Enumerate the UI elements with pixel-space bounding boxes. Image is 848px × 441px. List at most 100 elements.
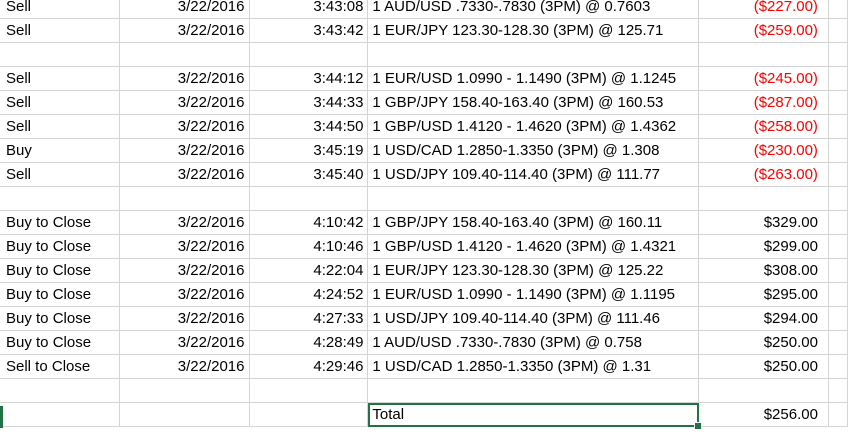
description-cell[interactable]: 1 GBP/USD 1.4120 - 1.4620 (3PM) @ 1.4362 xyxy=(367,114,699,139)
action-cell[interactable]: Buy to Close xyxy=(0,210,120,235)
time-cell[interactable]: 4:10:42 xyxy=(249,210,369,235)
time-cell[interactable]: 4:29:46 xyxy=(249,354,369,379)
action-cell[interactable]: Sell xyxy=(0,0,120,19)
time-cell[interactable]: 3:44:12 xyxy=(249,66,369,91)
date-cell[interactable]: 3/22/2016 xyxy=(119,210,250,235)
description-cell[interactable] xyxy=(367,186,699,211)
date-cell[interactable]: 3/22/2016 xyxy=(119,0,250,19)
action-cell[interactable]: Buy to Close xyxy=(0,234,120,259)
amount-cell[interactable]: $308.00 xyxy=(698,258,829,283)
cell-empty[interactable] xyxy=(119,402,250,427)
date-cell[interactable] xyxy=(119,186,250,211)
action-cell[interactable]: Buy to Close xyxy=(0,330,120,355)
cell-empty[interactable] xyxy=(828,234,848,259)
date-cell[interactable]: 3/22/2016 xyxy=(119,354,250,379)
action-cell[interactable]: Sell to Close xyxy=(0,354,120,379)
cell-empty[interactable] xyxy=(828,138,848,163)
cell-empty[interactable] xyxy=(828,258,848,283)
amount-cell[interactable]: $299.00 xyxy=(698,234,829,259)
amount-cell[interactable]: $329.00 xyxy=(698,210,829,235)
time-cell[interactable]: 4:22:04 xyxy=(249,258,369,283)
date-cell[interactable]: 3/22/2016 xyxy=(119,66,250,91)
amount-cell[interactable] xyxy=(698,42,829,67)
time-cell[interactable]: 3:44:50 xyxy=(249,114,369,139)
date-cell[interactable]: 3/22/2016 xyxy=(119,138,250,163)
date-cell[interactable]: 3/22/2016 xyxy=(119,90,250,115)
action-cell[interactable]: Buy to Close xyxy=(0,306,120,331)
cell-empty[interactable] xyxy=(828,66,848,91)
description-cell[interactable]: 1 GBP/JPY 158.40-163.40 (3PM) @ 160.11 xyxy=(367,210,699,235)
amount-cell[interactable]: ($230.00) xyxy=(698,138,829,163)
amount-cell[interactable]: ($263.00) xyxy=(698,162,829,187)
amount-cell[interactable] xyxy=(698,378,829,403)
description-cell[interactable]: 1 GBP/USD 1.4120 - 1.4620 (3PM) @ 1.4321 xyxy=(367,234,699,259)
cell-empty[interactable] xyxy=(828,210,848,235)
amount-cell[interactable]: $295.00 xyxy=(698,282,829,307)
amount-cell[interactable]: ($287.00) xyxy=(698,90,829,115)
description-cell[interactable] xyxy=(367,42,699,67)
amount-cell[interactable]: ($258.00) xyxy=(698,114,829,139)
amount-cell[interactable] xyxy=(698,186,829,211)
date-cell[interactable]: 3/22/2016 xyxy=(119,330,250,355)
amount-cell[interactable]: $250.00 xyxy=(698,354,829,379)
amount-cell[interactable]: $250.00 xyxy=(698,330,829,355)
amount-cell[interactable]: ($259.00) xyxy=(698,18,829,43)
cell-empty[interactable] xyxy=(249,402,369,427)
date-cell[interactable]: 3/22/2016 xyxy=(119,18,250,43)
description-cell[interactable]: 1 GBP/JPY 158.40-163.40 (3PM) @ 160.53 xyxy=(367,90,699,115)
cell-empty[interactable] xyxy=(828,330,848,355)
date-cell[interactable]: 3/22/2016 xyxy=(119,234,250,259)
time-cell[interactable] xyxy=(249,378,369,403)
action-cell[interactable]: Sell xyxy=(0,114,120,139)
description-cell[interactable]: 1 USD/CAD 1.2850-1.3350 (3PM) @ 1.308 xyxy=(367,138,699,163)
cell-empty[interactable] xyxy=(828,354,848,379)
action-cell[interactable]: Sell xyxy=(0,162,120,187)
date-cell[interactable]: 3/22/2016 xyxy=(119,258,250,283)
cell-empty[interactable] xyxy=(0,402,120,427)
cell-empty[interactable] xyxy=(828,402,848,427)
time-cell[interactable] xyxy=(249,42,369,67)
fill-handle[interactable] xyxy=(694,422,702,430)
action-cell[interactable]: Sell xyxy=(0,90,120,115)
cell-empty[interactable] xyxy=(828,162,848,187)
date-cell[interactable]: 3/22/2016 xyxy=(119,306,250,331)
time-cell[interactable] xyxy=(249,186,369,211)
description-cell[interactable] xyxy=(367,378,699,403)
date-cell[interactable]: 3/22/2016 xyxy=(119,114,250,139)
time-cell[interactable]: 4:27:33 xyxy=(249,306,369,331)
description-cell[interactable]: 1 AUD/USD .7330-.7830 (3PM) @ 0.7603 xyxy=(367,0,699,19)
time-cell[interactable]: 3:45:40 xyxy=(249,162,369,187)
action-cell[interactable]: Buy to Close xyxy=(0,258,120,283)
action-cell[interactable]: Buy xyxy=(0,138,120,163)
cell-empty[interactable] xyxy=(828,18,848,43)
description-cell[interactable]: 1 AUD/USD .7330-.7830 (3PM) @ 0.758 xyxy=(367,330,699,355)
time-cell[interactable]: 3:45:19 xyxy=(249,138,369,163)
time-cell[interactable]: 3:44:33 xyxy=(249,90,369,115)
amount-cell[interactable]: ($227.00) xyxy=(698,0,829,19)
date-cell[interactable] xyxy=(119,42,250,67)
action-cell[interactable]: Buy to Close xyxy=(0,282,120,307)
time-cell[interactable]: 4:10:46 xyxy=(249,234,369,259)
description-cell[interactable]: 1 USD/JPY 109.40-114.40 (3PM) @ 111.46 xyxy=(367,306,699,331)
action-cell[interactable]: Sell xyxy=(0,18,120,43)
total-amount-cell[interactable]: $256.00 xyxy=(698,402,829,427)
cell-empty[interactable] xyxy=(828,186,848,211)
cell-empty[interactable] xyxy=(828,282,848,307)
date-cell[interactable]: 3/22/2016 xyxy=(119,162,250,187)
description-cell[interactable]: 1 USD/CAD 1.2850-1.3350 (3PM) @ 1.31 xyxy=(367,354,699,379)
amount-cell[interactable]: ($245.00) xyxy=(698,66,829,91)
time-cell[interactable]: 3:43:08 xyxy=(249,0,369,19)
date-cell[interactable]: 3/22/2016 xyxy=(119,282,250,307)
cell-empty[interactable] xyxy=(828,42,848,67)
description-cell[interactable]: 1 USD/JPY 109.40-114.40 (3PM) @ 111.77 xyxy=(367,162,699,187)
action-cell[interactable] xyxy=(0,378,120,403)
cell-empty[interactable] xyxy=(828,378,848,403)
total-label-cell[interactable]: Total xyxy=(367,402,702,430)
action-cell[interactable] xyxy=(0,186,120,211)
time-cell[interactable]: 4:24:52 xyxy=(249,282,369,307)
action-cell[interactable] xyxy=(0,42,120,67)
date-cell[interactable] xyxy=(119,378,250,403)
description-cell[interactable]: 1 EUR/USD 1.0990 - 1.1490 (3PM) @ 1.1245 xyxy=(367,66,699,91)
time-cell[interactable]: 3:43:42 xyxy=(249,18,369,43)
cell-empty[interactable] xyxy=(828,114,848,139)
